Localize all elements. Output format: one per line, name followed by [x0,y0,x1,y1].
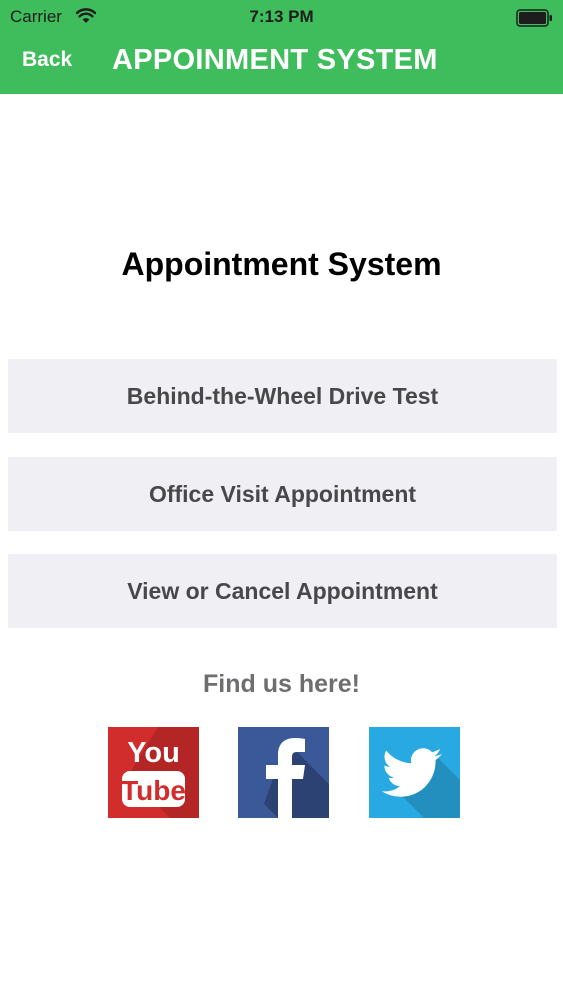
back-button[interactable]: Back [22,48,72,72]
clock: 7:13 PM [249,7,314,26]
svg-text:Tube: Tube [121,775,186,806]
twitter-icon[interactable] [369,727,460,818]
facebook-icon[interactable] [238,727,329,818]
page-title: Appointment System [121,246,442,282]
view-cancel-button[interactable]: View or Cancel Appointment [8,554,557,628]
office-visit-button[interactable]: Office Visit Appointment [8,457,557,531]
nav-title: APPOINMENT SYSTEM [112,44,438,76]
battery-icon [516,9,554,32]
find-us-heading: Find us here! [203,670,360,698]
drive-test-button[interactable]: Behind-the-Wheel Drive Test [8,359,557,433]
youtube-icon[interactable]: You Tube [108,727,199,818]
svg-text:You: You [127,737,180,769]
status-bar: Carrier 7:13 PM [0,0,563,34]
